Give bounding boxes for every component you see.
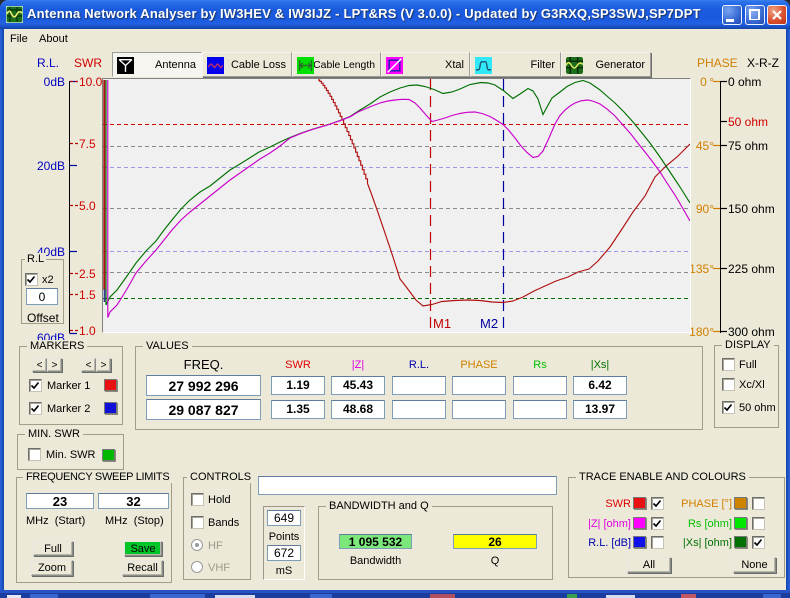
svg-text:M2: M2 [480, 316, 498, 331]
svg-text:M1: M1 [433, 316, 451, 331]
